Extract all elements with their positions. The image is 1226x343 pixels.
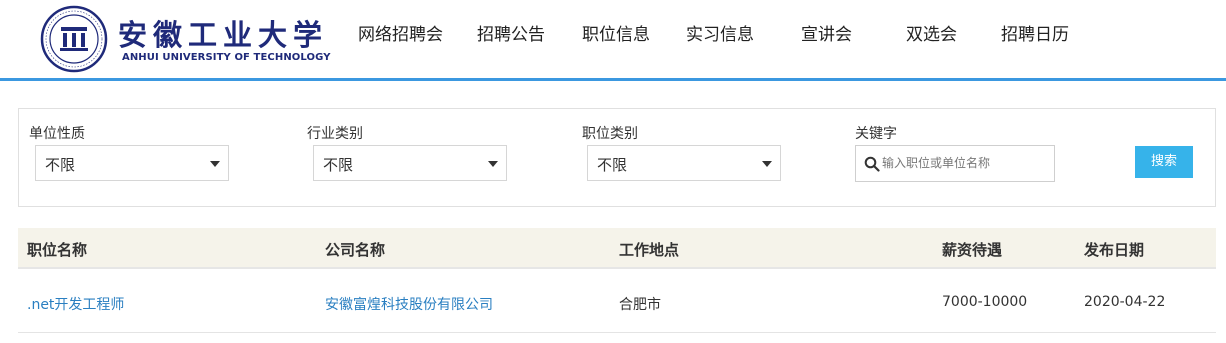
main-nav: 网络招聘会 招聘公告 职位信息 实习信息 宣讲会 双选会 招聘日历: [0, 22, 1226, 50]
salary-cell: 7000-10000: [942, 294, 1028, 310]
keyword-label: 关键字: [855, 126, 897, 142]
nav-job-info[interactable]: 职位信息: [582, 22, 650, 48]
job-category-select[interactable]: 不限: [587, 145, 781, 181]
search-button[interactable]: 搜索: [1135, 146, 1193, 178]
industry-value: 不限: [323, 156, 354, 174]
position-link[interactable]: .net开发工程师: [27, 294, 124, 314]
nav-recruitment-notices[interactable]: 招聘公告: [477, 22, 545, 48]
nav-job-fair[interactable]: 双选会: [906, 22, 957, 48]
nav-online-job-fair[interactable]: 网络招聘会: [358, 22, 443, 48]
table-row: .net开发工程师 安徽富煌科技股份有限公司 合肥市 7000-10000 20…: [18, 269, 1216, 333]
header-salary: 薪资待遇: [942, 241, 1003, 259]
company-link[interactable]: 安徽富煌科技股份有限公司: [325, 294, 493, 314]
industry-select[interactable]: 不限: [313, 145, 507, 181]
header-position: 职位名称: [27, 241, 88, 259]
header-date: 发布日期: [1084, 241, 1145, 259]
logo-english-name: ANHUI UNIVERSITY OF TECHNOLOGY: [122, 52, 331, 63]
keyword-field[interactable]: [855, 145, 1055, 182]
header-company: 公司名称: [325, 241, 386, 259]
nav-recruitment-calendar[interactable]: 招聘日历: [1001, 22, 1069, 48]
job-category-value: 不限: [597, 156, 628, 174]
nav-internship-info[interactable]: 实习信息: [686, 22, 754, 48]
location-cell: 合肥市: [619, 297, 661, 313]
site-header: 安徽工业大学 ANHUI UNIVERSITY OF TECHNOLOGY 网络…: [0, 0, 1226, 78]
keyword-input[interactable]: [882, 152, 1050, 174]
industry-label: 行业类别: [307, 126, 363, 142]
nav-presentations[interactable]: 宣讲会: [801, 22, 852, 48]
job-category-label: 职位类别: [582, 126, 638, 142]
header-location: 工作地点: [619, 241, 680, 259]
table-header: 职位名称 公司名称 工作地点 薪资待遇 发布日期: [18, 228, 1216, 269]
unit-type-select[interactable]: 不限: [35, 145, 229, 181]
search-icon: [864, 156, 880, 172]
chevron-down-icon: [210, 161, 220, 167]
unit-type-label: 单位性质: [29, 126, 85, 142]
chevron-down-icon: [762, 161, 772, 167]
date-cell: 2020-04-22: [1084, 294, 1166, 310]
filter-panel: 单位性质 不限 行业类别 不限 职位类别 不限 关键字 搜索: [18, 108, 1216, 207]
chevron-down-icon: [488, 161, 498, 167]
header-divider: [0, 78, 1226, 81]
unit-type-value: 不限: [45, 156, 76, 174]
